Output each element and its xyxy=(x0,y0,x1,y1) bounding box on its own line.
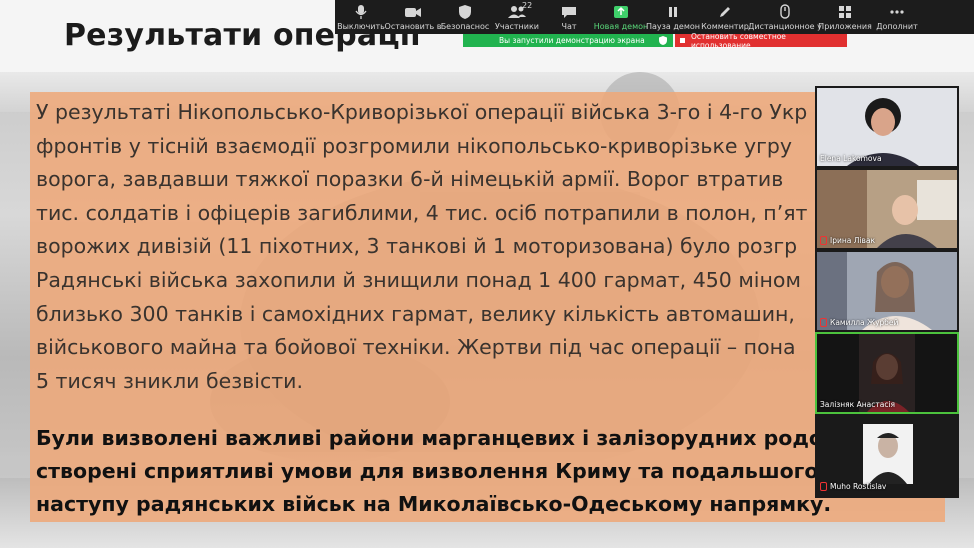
participant-name: Камилла Журбей xyxy=(820,318,898,327)
stop-video-button[interactable]: Остановить в xyxy=(384,0,442,34)
pencil-icon xyxy=(720,7,730,17)
sharing-status-banner: Вы запустили демонстрацию экрана xyxy=(463,34,673,47)
apps-icon xyxy=(839,6,851,18)
participant-tile[interactable]: Ірина Лівак xyxy=(817,170,957,248)
pause-share-label: Пауза демон xyxy=(646,22,700,31)
text-line: Радянські війська захопили й знищили пон… xyxy=(36,267,801,292)
participant-name: Ірина Лівак xyxy=(820,236,875,245)
slide-text-box: У результаті Нікопольсько-Криворізької о… xyxy=(30,92,945,522)
stop-share-label: Остановить совместное использование xyxy=(690,31,786,50)
apps-label: Приложения xyxy=(818,22,872,31)
text-line: створені сприятливі умови для визволення… xyxy=(36,459,855,483)
text-line: наступу радянських військ на Миколаївськ… xyxy=(36,492,832,516)
participant-name: Залізняк Анастасія xyxy=(820,400,896,409)
muted-mic-icon xyxy=(820,482,827,491)
annotate-button[interactable]: Комментир xyxy=(699,0,751,34)
chat-button[interactable]: Чат xyxy=(543,0,595,34)
stop-square-icon xyxy=(680,38,685,43)
text-line: фронтів у тісній взаємодії розгромили ні… xyxy=(36,133,793,158)
participant-tile[interactable]: Elena Lakomova xyxy=(817,88,957,166)
text-line: тис. солдатів і офіцерів загиблими, 4 ти… xyxy=(36,200,808,225)
more-button[interactable]: Дополнит xyxy=(871,0,923,34)
participant-name: Elena Lakomova xyxy=(820,154,882,163)
text-line: 5 тисяч зникли безвісти. xyxy=(36,368,303,393)
participant-tile[interactable]: Камилла Журбей xyxy=(817,252,957,330)
mute-button[interactable]: Выключить xyxy=(335,0,387,34)
sharing-status-text: Вы запустили демонстрацию экрана xyxy=(499,36,645,45)
security-button[interactable]: Безопаснос xyxy=(439,0,491,34)
text-line: У результаті Нікопольсько-Криворізької о… xyxy=(36,100,808,124)
participants-count: 22 xyxy=(522,1,533,10)
participant-tile[interactable]: Muho Rostislav xyxy=(817,416,957,494)
text-line: близько 300 танків і самохідних гармат, … xyxy=(36,301,795,326)
remote-control-icon xyxy=(780,4,790,19)
security-label: Безопаснос xyxy=(440,22,490,31)
more-icon xyxy=(890,10,904,14)
microphone-icon xyxy=(355,5,367,19)
paragraph-conclusion: Були визволені важливі райони марганцеви… xyxy=(36,422,945,521)
shield-icon xyxy=(659,36,667,45)
new-share-button[interactable]: Новая демон xyxy=(593,0,649,34)
new-share-label: Новая демон xyxy=(593,22,649,31)
video-camera-icon xyxy=(405,8,421,17)
more-label: Дополнит xyxy=(876,22,918,31)
muted-mic-icon xyxy=(820,318,827,327)
share-screen-icon xyxy=(614,6,628,18)
muted-mic-icon xyxy=(820,236,827,245)
text-line: військового майна та бойової техніки. Же… xyxy=(36,335,796,360)
participants-button[interactable]: 22 Участники xyxy=(491,0,543,34)
chat-label: Чат xyxy=(561,22,577,31)
chat-icon xyxy=(562,7,576,18)
stop-share-button[interactable]: Остановить совместное использование xyxy=(675,31,847,50)
annotate-label: Комментир xyxy=(701,22,749,31)
text-line: ворожих дивізій (11 піхотних, 3 танкові … xyxy=(36,234,798,259)
participants-label: Участники xyxy=(494,22,540,31)
pause-share-button[interactable]: Пауза демон xyxy=(646,0,700,34)
mute-label: Выключить xyxy=(337,22,385,31)
apps-button[interactable]: Приложения xyxy=(818,0,872,34)
participants-video-panel: Elena Lakomova Ірина Лівак Камилла Журбе… xyxy=(815,86,959,498)
pause-icon xyxy=(669,7,677,17)
remote-control-button[interactable]: Дистанционное у xyxy=(748,0,822,34)
text-line: ворога, завдавши тяжкої поразки 6-й німе… xyxy=(36,167,784,192)
participant-name: Muho Rostislav xyxy=(820,482,886,491)
text-line: Були визволені важливі райони марганцеви… xyxy=(36,426,851,450)
remote-control-label: Дистанционное у xyxy=(748,22,822,31)
shield-icon xyxy=(459,5,471,19)
zoom-meeting-toolbar: Выключить Остановить в Безопаснос 22 Уча… xyxy=(335,0,974,34)
paragraph-results: У результаті Нікопольсько-Криворізької о… xyxy=(36,96,945,398)
participant-tile-active-speaker[interactable]: Залізняк Анастасія xyxy=(815,332,959,414)
stop-video-label: Остановить в xyxy=(384,22,442,31)
